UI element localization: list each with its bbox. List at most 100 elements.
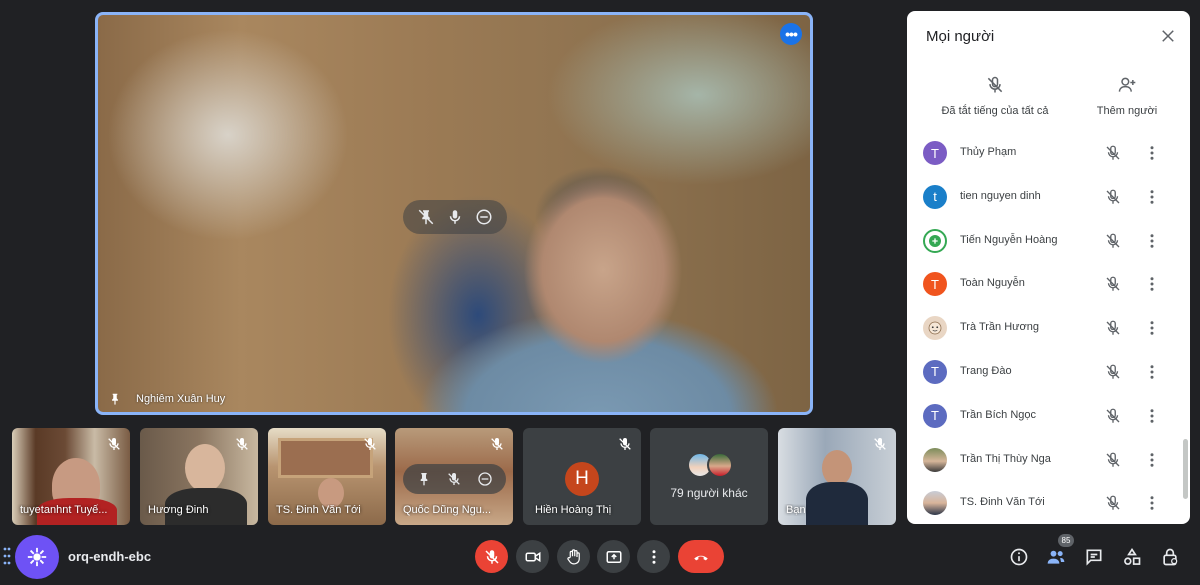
person-name: tien nguyen dinh: [960, 189, 1041, 202]
avatar: [923, 447, 947, 472]
participant-video: [185, 444, 225, 492]
mic-off-icon: [491, 438, 503, 450]
people-panel: Mọi người Đã tắt tiếng của tất cả Thêm n…: [907, 11, 1190, 524]
mic-off-icon[interactable]: [1104, 407, 1122, 425]
more-options-button[interactable]: •••: [780, 23, 802, 45]
participant-tile[interactable]: H Hiền Hoàng Thị: [523, 428, 641, 525]
mic-off-icon: [484, 549, 499, 564]
participant-count-badge: 85: [1058, 534, 1074, 547]
person-name: Tiến Nguyễn Hoàng: [960, 233, 1058, 246]
avatar: t: [923, 184, 947, 209]
avatar: [923, 491, 947, 516]
more-vert-icon[interactable]: [1143, 232, 1161, 250]
person-name: Trang Đào: [960, 364, 1012, 377]
add-people-button[interactable]: Thêm người: [1092, 75, 1162, 117]
participant-tile[interactable]: tuyetanhnt Tuyế...: [12, 428, 130, 525]
person-name: Trần Thị Thùy Nga: [960, 452, 1051, 465]
close-icon[interactable]: [1159, 27, 1177, 45]
people-list: T Thủy Phạm t tien nguyen dinh Tiến Nguy…: [907, 132, 1190, 524]
mic-off-icon[interactable]: [1104, 188, 1122, 206]
avatar: [707, 452, 733, 478]
camera-toggle-button[interactable]: [516, 540, 549, 573]
more-vert-icon[interactable]: [1143, 494, 1161, 512]
others-tile[interactable]: 79 người khác: [650, 428, 768, 525]
mic-off-icon: [364, 438, 376, 450]
participant-name: Hiền Hoàng Thị: [535, 504, 612, 516]
mic-off-icon[interactable]: [1104, 144, 1122, 162]
mic-off-icon[interactable]: [446, 471, 462, 487]
avatar: T: [923, 403, 947, 428]
main-speaker-video[interactable]: ••• Nghiêm Xuân Huy: [95, 12, 813, 415]
activities-button[interactable]: [15, 535, 59, 579]
more-vert-icon[interactable]: [1143, 451, 1161, 469]
panel-title: Mọi người: [926, 28, 995, 45]
others-count: 79 người khác: [670, 486, 748, 500]
add-people-label: Thêm người: [1096, 105, 1158, 117]
participant-name: tuyetanhnt Tuyế...: [20, 504, 108, 516]
mute-all-button[interactable]: Đã tắt tiếng của tất cả: [940, 75, 1050, 117]
more-vert-icon: [652, 549, 655, 564]
participant-video: [278, 438, 373, 478]
mic-toggle-button[interactable]: [475, 540, 508, 573]
list-item[interactable]: Trần Thị Thùy Nga: [907, 439, 1190, 483]
info-icon[interactable]: [1009, 547, 1029, 567]
pin-icon: [112, 393, 118, 405]
mic-off-icon: [236, 438, 248, 450]
participant-name: Bạn: [786, 504, 806, 516]
more-vert-icon[interactable]: [1143, 275, 1161, 293]
list-item[interactable]: T Trần Bích Ngọc: [907, 395, 1190, 439]
mic-off-icon[interactable]: [1104, 451, 1122, 469]
mic-off-icon[interactable]: [1104, 363, 1122, 381]
pin-icon[interactable]: [416, 471, 432, 487]
raise-hand-button[interactable]: [557, 540, 590, 573]
sparkle-icon: [27, 547, 47, 567]
participant-tile[interactable]: Quốc Dũng Ngu...: [395, 428, 513, 525]
more-vert-icon[interactable]: [1143, 144, 1161, 162]
drag-handle-icon[interactable]: [3, 546, 11, 566]
participant-tile[interactable]: Hương Đinh: [140, 428, 258, 525]
more-options-button[interactable]: [637, 540, 670, 573]
logo-icon: [929, 234, 941, 247]
more-vert-icon[interactable]: [1143, 319, 1161, 337]
list-item[interactable]: T Thủy Phạm: [907, 132, 1190, 176]
mic-off-icon[interactable]: [1104, 275, 1122, 293]
videocam-icon: [525, 551, 540, 562]
self-tile[interactable]: Bạn: [778, 428, 896, 525]
list-item[interactable]: t tien nguyen dinh: [907, 176, 1190, 220]
participant-name: TS. Đinh Văn Tới: [276, 504, 361, 516]
mute-all-label: Đã tắt tiếng của tất cả: [941, 105, 1049, 117]
speaker-name-tag: Nghiêm Xuân Huy: [108, 392, 225, 406]
mic-off-icon[interactable]: [1104, 319, 1122, 337]
remove-circle-icon[interactable]: [475, 208, 493, 226]
person-name: TS. Đinh Văn Tới: [960, 496, 1045, 509]
meeting-code: orq-endh-ebc: [68, 549, 152, 564]
list-item[interactable]: Tiến Nguyễn Hoàng: [907, 220, 1190, 264]
mic-off-icon: [108, 438, 120, 450]
chat-icon[interactable]: [1084, 547, 1104, 567]
participant-tile[interactable]: TS. Đinh Văn Tới: [268, 428, 386, 525]
activities-icon[interactable]: [1122, 547, 1142, 567]
host-controls-icon[interactable]: [1160, 547, 1180, 567]
hand-icon: [566, 548, 580, 564]
list-item[interactable]: TS. Đinh Văn Tới: [907, 482, 1190, 524]
list-item[interactable]: Trà Trần Hương: [907, 307, 1190, 351]
pin-off-icon[interactable]: [417, 208, 435, 226]
more-vert-icon[interactable]: [1143, 188, 1161, 206]
mic-off-icon[interactable]: [1104, 232, 1122, 250]
list-item[interactable]: T Toàn Nguyễn: [907, 263, 1190, 307]
present-screen-button[interactable]: [597, 540, 630, 573]
more-vert-icon[interactable]: [1143, 363, 1161, 381]
people-icon[interactable]: [1046, 547, 1066, 567]
mic-off-icon[interactable]: [1104, 494, 1122, 512]
leave-call-button[interactable]: [678, 540, 724, 573]
person-add-icon: [1118, 77, 1136, 92]
mic-icon[interactable]: [446, 208, 464, 226]
mic-off-icon: [619, 438, 631, 450]
tile-hover-controls: [403, 200, 507, 234]
scrollbar[interactable]: [1183, 439, 1188, 499]
list-item[interactable]: T Trang Đào: [907, 351, 1190, 395]
remove-circle-icon[interactable]: [477, 471, 493, 487]
avatar: T: [923, 141, 947, 165]
avatar: T: [923, 272, 947, 297]
more-vert-icon[interactable]: [1143, 407, 1161, 425]
